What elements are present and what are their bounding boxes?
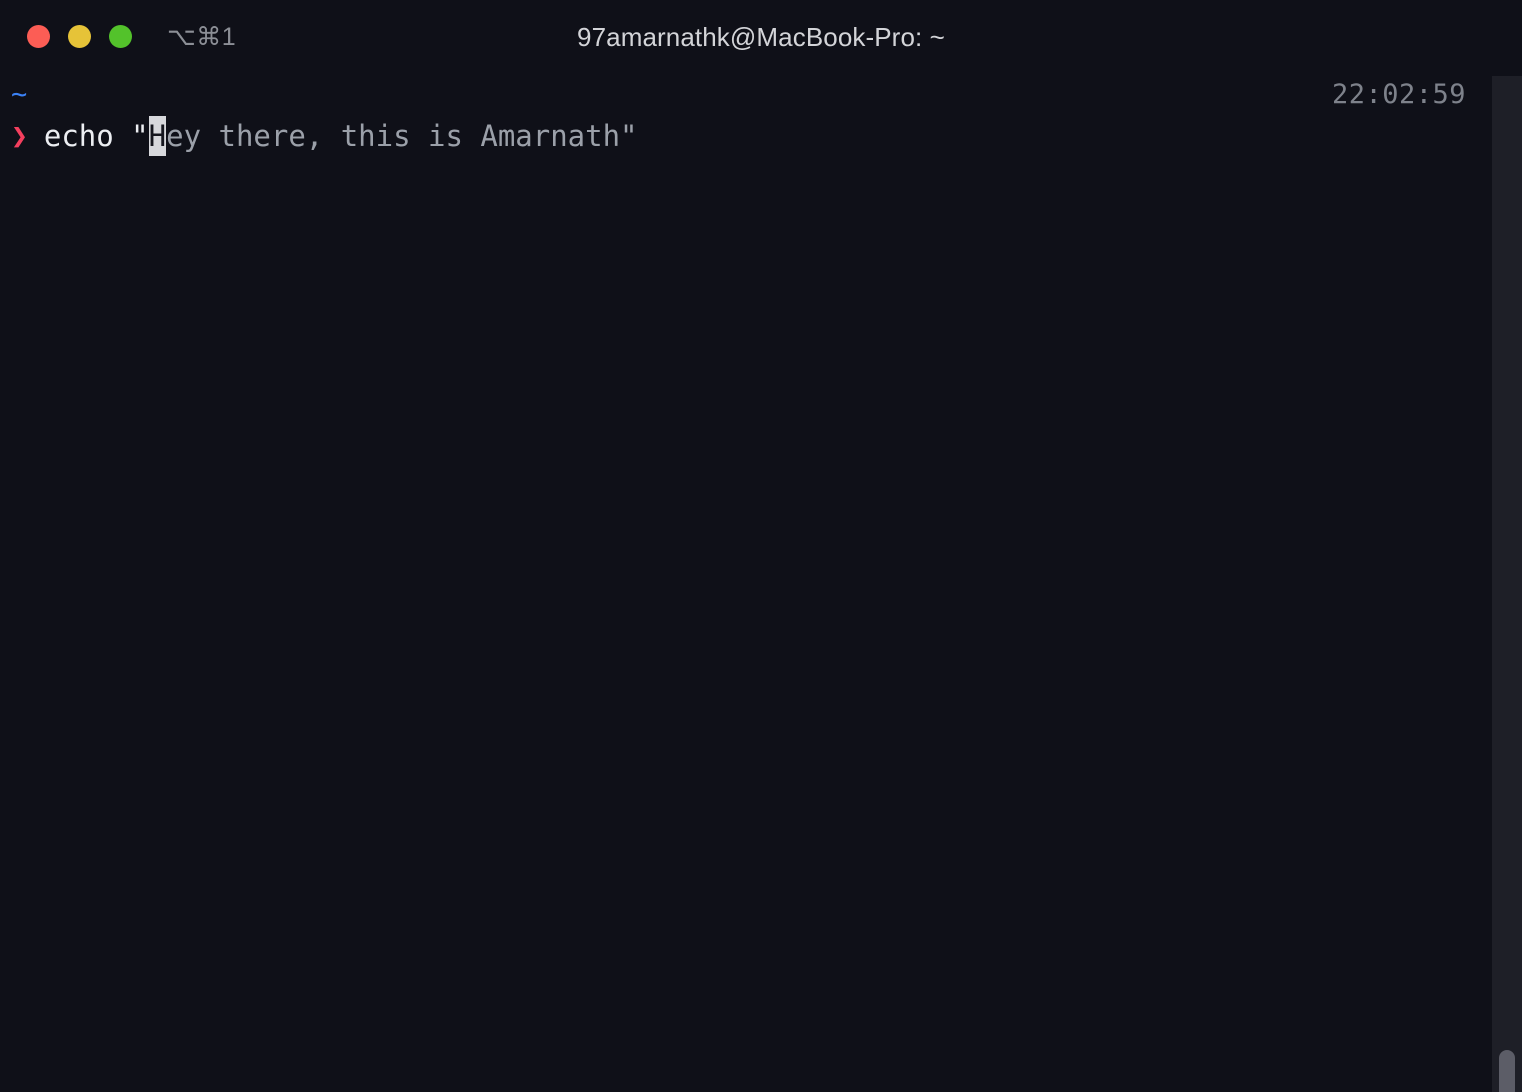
- text-cursor[interactable]: H: [148, 116, 167, 156]
- prompt-arrow-icon: ❯: [11, 119, 28, 152]
- command-argument-text: ey there, this is Amarnath": [166, 119, 638, 153]
- command-open-quote: ": [131, 119, 149, 153]
- command-input-line[interactable]: ❯ echo " H ey there, this is Amarnath": [0, 114, 638, 158]
- current-directory-label: ~: [11, 79, 28, 110]
- clock-timestamp: 22:02:59: [1331, 79, 1466, 110]
- terminal-window: ⌥⌘1 97amarnathk@MacBook-Pro: ~ ~ 22:02:5…: [0, 0, 1522, 1092]
- vertical-scrollbar-thumb[interactable]: [1499, 1050, 1515, 1092]
- prompt-block: ~ 22:02:59 ❯ echo " H ey there, this is …: [0, 76, 1492, 156]
- command-name: echo: [43, 119, 114, 153]
- prompt-directory-line: ~ 22:02:59: [0, 76, 1492, 116]
- vertical-scrollbar-track[interactable]: [1492, 76, 1522, 1092]
- title-bar[interactable]: ⌥⌘1 97amarnathk@MacBook-Pro: ~: [0, 0, 1522, 76]
- terminal-content-area[interactable]: ~ 22:02:59 ❯ echo " H ey there, this is …: [0, 76, 1522, 1092]
- window-title: 97amarnathk@MacBook-Pro: ~: [577, 22, 945, 52]
- command-separator: [114, 116, 131, 156]
